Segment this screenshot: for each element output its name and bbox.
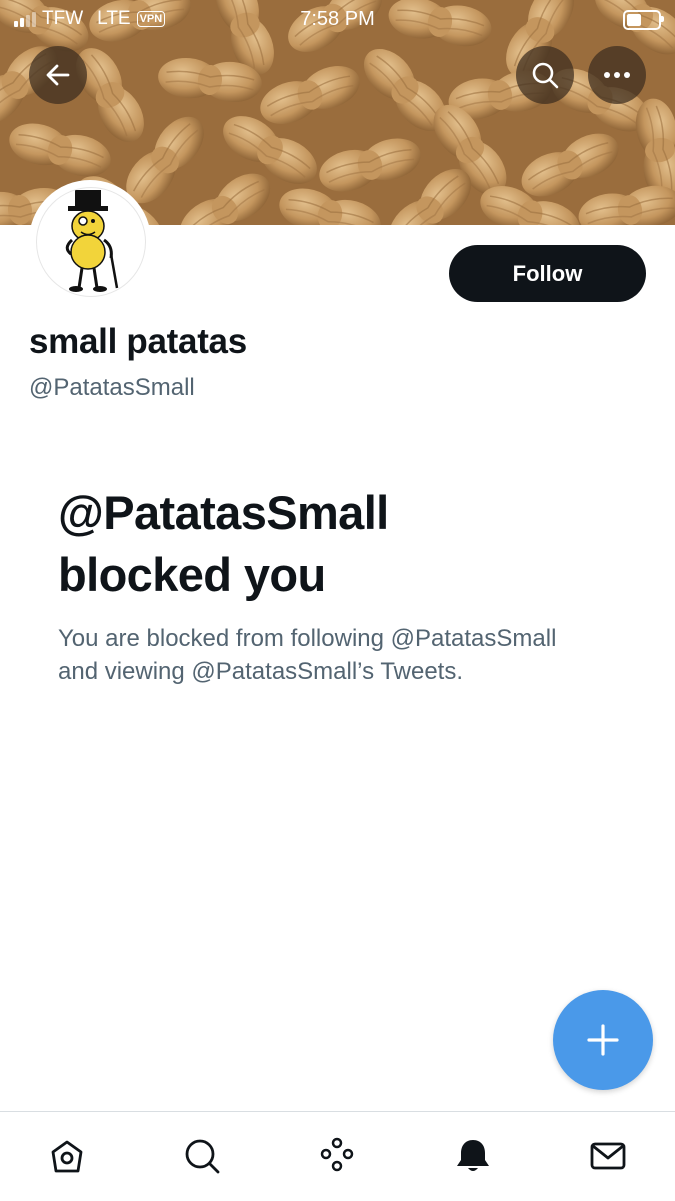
spaces-icon bbox=[320, 1137, 354, 1172]
profile-handle: @PatatasSmall bbox=[29, 374, 195, 401]
search-icon bbox=[185, 1139, 220, 1174]
blocked-heading-line1: @PatatasSmall bbox=[58, 486, 389, 539]
home-icon bbox=[51, 1140, 83, 1173]
tab-spaces[interactable] bbox=[313, 1132, 361, 1180]
search-button[interactable] bbox=[516, 46, 574, 104]
tab-home[interactable] bbox=[43, 1132, 91, 1180]
battery-icon bbox=[623, 10, 664, 30]
avatar[interactable] bbox=[29, 180, 151, 302]
plus-icon bbox=[587, 1024, 619, 1056]
ellipsis-icon bbox=[604, 72, 630, 78]
blocked-description: You are blocked from following @PatatasS… bbox=[58, 622, 638, 688]
bottom-tab-bar bbox=[0, 1111, 675, 1201]
compose-tweet-button[interactable] bbox=[553, 990, 653, 1090]
tab-messages[interactable] bbox=[584, 1132, 632, 1180]
status-bar: TFW LTE VPN 7:58 PM bbox=[0, 6, 675, 34]
clock: 7:58 PM bbox=[300, 8, 375, 30]
search-icon bbox=[532, 62, 559, 89]
messages-icon bbox=[590, 1142, 626, 1170]
display-name: small patatas bbox=[29, 322, 247, 361]
tab-search[interactable] bbox=[178, 1132, 226, 1180]
blocked-heading-line2: blocked you bbox=[58, 548, 326, 601]
notifications-icon bbox=[457, 1140, 489, 1171]
blocked-description-line2: and viewing @PatatasSmall’s Tweets. bbox=[58, 658, 464, 685]
follow-button[interactable]: Follow bbox=[449, 245, 646, 302]
more-options-button[interactable] bbox=[588, 46, 646, 104]
back-button[interactable] bbox=[29, 46, 87, 104]
arrow-left-icon bbox=[46, 64, 70, 86]
tab-notifications[interactable] bbox=[449, 1132, 497, 1180]
mr-peanut-avatar-image bbox=[65, 190, 119, 292]
blocked-heading: @PatatasSmall blocked you bbox=[58, 482, 618, 606]
blocked-description-line1: You are blocked from following @PatatasS… bbox=[58, 625, 557, 652]
